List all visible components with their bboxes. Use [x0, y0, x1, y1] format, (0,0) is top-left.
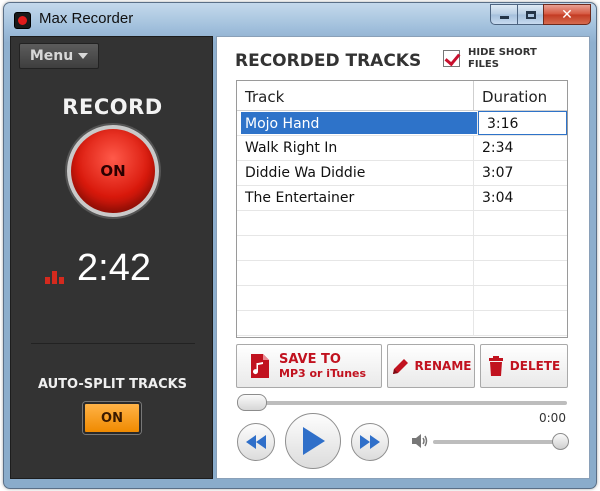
- table-row[interactable]: Mojo Hand 3:16: [237, 111, 567, 136]
- play-button[interactable]: [285, 413, 341, 469]
- fast-forward-button[interactable]: [351, 423, 389, 461]
- chevron-down-icon: [78, 53, 89, 59]
- rewind-button[interactable]: [237, 423, 275, 461]
- track-name: Walk Right In: [237, 136, 474, 160]
- rename-button[interactable]: RENAME: [387, 344, 475, 388]
- save-to-mp3-button[interactable]: SAVE TO MP3 or iTunes: [236, 344, 382, 388]
- empty-row: [237, 261, 567, 286]
- track-duration: 3:07: [482, 165, 514, 181]
- table-header: Track Duration: [237, 81, 567, 111]
- volume-slider-handle[interactable]: [552, 433, 569, 450]
- save-label-line1: SAVE TO: [279, 352, 341, 367]
- elapsed-time: 0:00: [539, 411, 566, 425]
- column-header-duration[interactable]: Duration: [474, 81, 567, 110]
- auto-split-state: ON: [101, 410, 123, 426]
- close-icon: ✕: [561, 6, 573, 23]
- fast-forward-icon: [360, 435, 380, 449]
- empty-row: [237, 211, 567, 236]
- window-title: Max Recorder: [39, 10, 134, 27]
- recorded-tracks-title: RECORDED TRACKS: [235, 51, 422, 71]
- delete-button[interactable]: DELETE: [480, 344, 568, 388]
- playback-progress-track[interactable]: [241, 401, 567, 405]
- panel-divider: [31, 343, 195, 344]
- maximize-button[interactable]: [517, 4, 543, 25]
- track-duration: 2:34: [482, 140, 514, 156]
- rename-label: RENAME: [414, 359, 472, 373]
- track-name: Diddie Wa Diddie: [237, 161, 474, 185]
- empty-row: [237, 236, 567, 261]
- track-duration: 3:16: [478, 111, 567, 135]
- hide-short-files-checkbox[interactable]: [443, 50, 460, 67]
- record-heading: RECORD: [62, 95, 163, 119]
- trash-icon: [488, 356, 503, 376]
- record-app-icon: [14, 12, 31, 29]
- auto-split-toggle[interactable]: ON: [83, 402, 141, 434]
- track-name: The Entertainer: [237, 186, 474, 210]
- tracks-table: Track Duration Mojo Hand 3:16 Walk Right…: [236, 80, 568, 338]
- tracks-panel: RECORDED TRACKS HIDE SHORT FILES Track D…: [216, 36, 590, 479]
- record-state-label: ON: [100, 162, 126, 180]
- minimize-button[interactable]: [490, 4, 517, 25]
- title-bar[interactable]: Max Recorder ✕: [4, 3, 596, 37]
- track-name: Mojo Hand: [241, 112, 478, 134]
- auto-split-label: AUTO-SPLIT TRACKS: [37, 377, 188, 392]
- hide-short-files-label[interactable]: HIDE SHORT FILES: [468, 47, 558, 71]
- playback-progress-handle[interactable]: [237, 394, 267, 411]
- menu-button[interactable]: Menu: [19, 43, 99, 69]
- music-file-icon: [251, 354, 269, 378]
- close-button[interactable]: ✕: [543, 4, 591, 25]
- recording-timer: 2:42: [77, 247, 151, 289]
- empty-row: [237, 311, 567, 336]
- pencil-icon: [392, 359, 408, 374]
- window-controls: ✕: [490, 4, 591, 25]
- volume-slider-track[interactable]: [433, 440, 561, 444]
- maximize-icon: [525, 10, 536, 19]
- table-row[interactable]: Walk Right In 2:34: [237, 136, 567, 161]
- speaker-icon: [412, 434, 428, 448]
- recorder-panel: Menu RECORD ON 2:42 AUTO-SPLIT TRACKS ON: [10, 36, 213, 479]
- play-icon: [303, 427, 325, 455]
- empty-row: [237, 286, 567, 311]
- rewind-icon: [246, 435, 266, 449]
- table-row[interactable]: The Entertainer 3:04: [237, 186, 567, 211]
- table-row[interactable]: Diddie Wa Diddie 3:07: [237, 161, 567, 186]
- record-toggle-button[interactable]: ON: [67, 125, 159, 217]
- column-header-track[interactable]: Track: [237, 81, 474, 110]
- menu-label: Menu: [29, 48, 74, 64]
- delete-label: DELETE: [509, 359, 561, 373]
- level-meter-icon: [45, 266, 69, 284]
- track-duration: 3:04: [482, 190, 514, 206]
- minimize-icon: [499, 16, 509, 19]
- save-label-line2: MP3 or iTunes: [279, 367, 367, 380]
